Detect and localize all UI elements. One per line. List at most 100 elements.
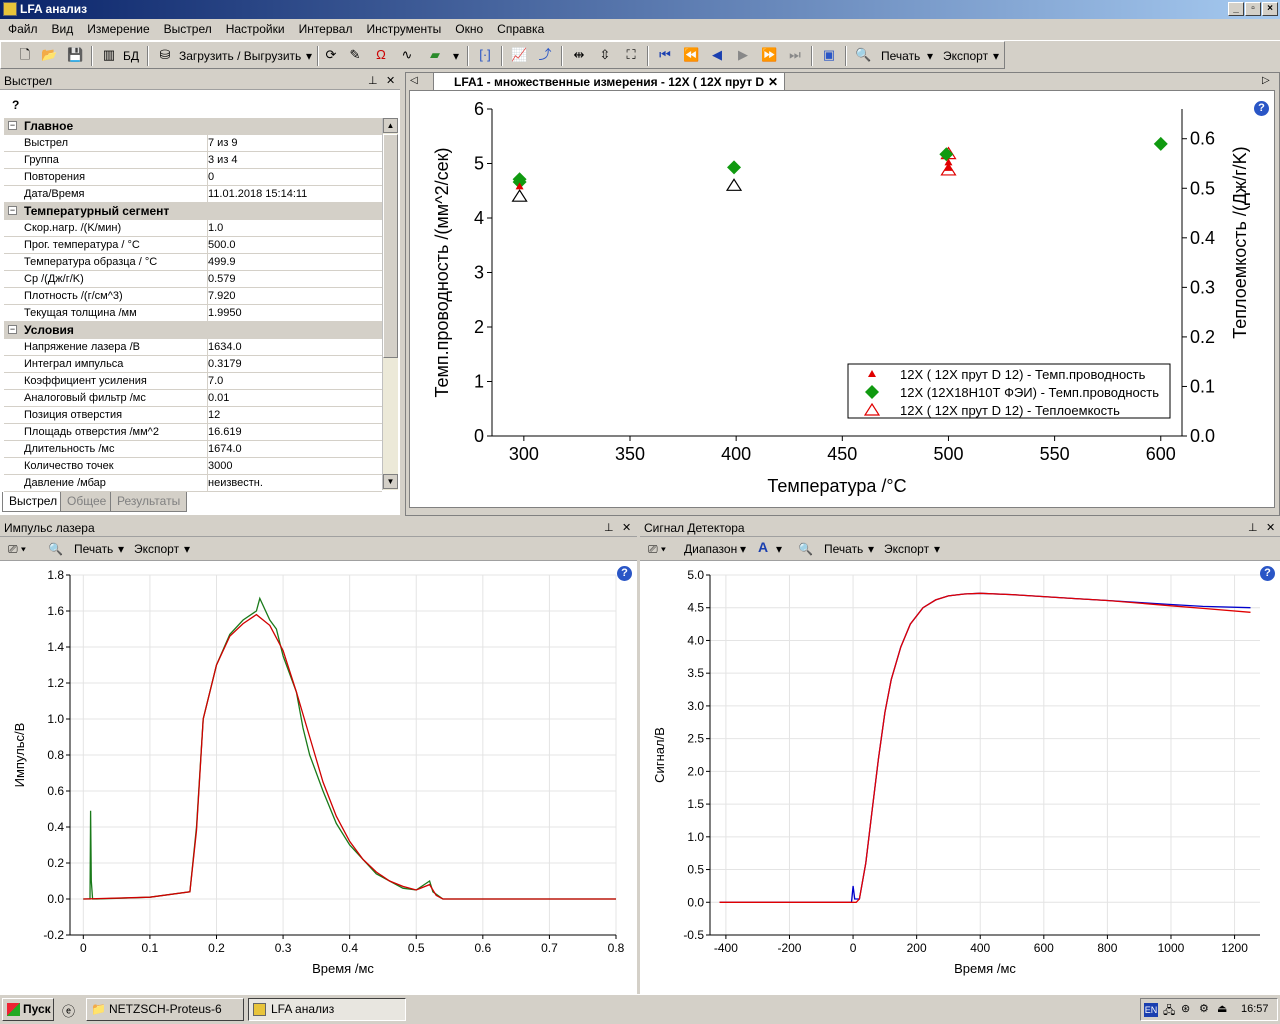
- load-icon[interactable]: ⛁: [157, 47, 173, 63]
- menu-item-0[interactable]: Файл: [0, 19, 44, 36]
- range-button[interactable]: Диапазон: [684, 542, 737, 556]
- export-dropdown-icon[interactable]: ▾: [184, 542, 190, 556]
- print-dropdown-icon[interactable]: ▾: [868, 542, 874, 556]
- help-icon[interactable]: ?: [1254, 101, 1269, 116]
- monitor-icon[interactable]: ▣: [821, 47, 837, 63]
- property-row[interactable]: Давление /мбар неизвестн.: [4, 475, 382, 492]
- safely-remove-icon[interactable]: ⏏: [1217, 1002, 1227, 1015]
- zoom-x-icon[interactable]: ⇹: [571, 47, 587, 63]
- curve-tool-icon[interactable]: ∿: [399, 47, 415, 63]
- export-dropdown-icon[interactable]: ▾: [934, 542, 940, 556]
- load-save-button[interactable]: Загрузить / Выгрузить: [179, 46, 301, 66]
- collapse-icon[interactable]: −: [8, 325, 17, 334]
- property-scrollbar[interactable]: ▲ ▼: [382, 118, 398, 490]
- print-dropdown-icon[interactable]: ▾: [927, 46, 933, 66]
- pin-icon[interactable]: ⊥: [1248, 521, 1258, 534]
- chart-line-icon[interactable]: 📈: [511, 47, 527, 63]
- property-row[interactable]: Аналоговый фильтр /мс 0.01: [4, 390, 382, 407]
- layer-icon[interactable]: ▰: [427, 47, 443, 63]
- print-preview-icon[interactable]: 🔍: [855, 47, 871, 63]
- fit-curve-icon[interactable]: ⤴: [537, 47, 553, 63]
- property-row[interactable]: Площадь отверстия /мм^2 16.619: [4, 424, 382, 441]
- antivirus-icon[interactable]: ⊛: [1181, 1002, 1190, 1015]
- property-row[interactable]: Скор.нагр. /(K/мин) 1.0: [4, 220, 382, 237]
- magnet-icon[interactable]: Ω: [373, 47, 389, 63]
- menu-item-5[interactable]: Интервал: [291, 19, 359, 36]
- menu-item-4[interactable]: Настройки: [218, 19, 291, 36]
- bracket-icon[interactable]: [·]: [477, 47, 493, 63]
- minimize-button[interactable]: _: [1228, 2, 1244, 16]
- chart-options-icon[interactable]: ⎚ ▾: [8, 542, 26, 557]
- panel-close-icon[interactable]: ✕: [622, 521, 631, 534]
- property-row[interactable]: Группа 3 из 4: [4, 152, 382, 169]
- fast-forward-icon[interactable]: ⏩: [761, 47, 777, 63]
- task-lfa[interactable]: LFA анализ: [248, 998, 406, 1021]
- range-dropdown-icon[interactable]: ▾: [740, 542, 746, 556]
- layer-dropdown-icon[interactable]: ▾: [453, 46, 459, 66]
- help-icon[interactable]: ?: [617, 566, 632, 581]
- panel-close-icon[interactable]: ✕: [1266, 521, 1275, 534]
- ie-icon[interactable]: ⓔ: [62, 1001, 75, 1020]
- menu-item-2[interactable]: Измерение: [79, 19, 155, 36]
- refresh-icon[interactable]: ⟳: [323, 47, 339, 63]
- export-button[interactable]: Экспорт: [134, 542, 179, 556]
- task-netzsch[interactable]: 📁 NETZSCH-Proteus-6: [86, 998, 244, 1021]
- menu-item-6[interactable]: Инструменты: [358, 19, 447, 36]
- fast-back-icon[interactable]: ⏪: [683, 47, 699, 63]
- category-header[interactable]: − Температурный сегмент: [4, 203, 382, 220]
- tab-lfa1[interactable]: LFA1 - множественные измерения - 12X ( 1…: [433, 72, 785, 108]
- export-dropdown-icon[interactable]: ▾: [993, 46, 999, 66]
- category-header[interactable]: − Главное: [4, 118, 382, 135]
- property-row[interactable]: Позиция отверстия 12: [4, 407, 382, 424]
- tab-scroll-right-icon[interactable]: ▷: [1262, 75, 1270, 86]
- print-preview-icon[interactable]: 🔍: [798, 542, 813, 556]
- property-row[interactable]: Прог. температура / °C 500.0: [4, 237, 382, 254]
- pin-icon[interactable]: ⊥: [368, 74, 378, 87]
- last-icon[interactable]: ⏭: [787, 47, 803, 63]
- tray-app-icon[interactable]: ⚙: [1199, 1002, 1209, 1015]
- property-row[interactable]: Количество точек 3000: [4, 458, 382, 475]
- property-row[interactable]: Длительность /мс 1674.0: [4, 441, 382, 458]
- property-row[interactable]: Cp /(Дж/г/K) 0.579: [4, 271, 382, 288]
- menu-item-7[interactable]: Окно: [447, 19, 489, 36]
- language-indicator[interactable]: EN: [1144, 1003, 1158, 1017]
- pencil-icon[interactable]: ✎: [347, 47, 363, 63]
- property-row[interactable]: Повторения 0: [4, 169, 382, 186]
- export-button[interactable]: Экспорт: [884, 542, 929, 556]
- tab-scroll-left-icon[interactable]: ◁: [410, 75, 418, 86]
- help-question-icon[interactable]: ?: [12, 98, 19, 112]
- category-header[interactable]: − Условия: [4, 322, 382, 339]
- print-preview-icon[interactable]: 🔍: [48, 542, 63, 556]
- pin-icon[interactable]: ⊥: [604, 521, 614, 534]
- menu-item-1[interactable]: Вид: [44, 19, 80, 36]
- new-file-icon[interactable]: 🗋: [17, 47, 33, 63]
- property-row[interactable]: Плотность /(г/см^3) 7.920: [4, 288, 382, 305]
- prev-icon[interactable]: ◀: [709, 47, 725, 63]
- property-row[interactable]: Дата/Время 11.01.2018 15:14:11: [4, 186, 382, 203]
- property-row[interactable]: Коэффициент усиления 7.0: [4, 373, 382, 390]
- property-row[interactable]: Напряжение лазера /В 1634.0: [4, 339, 382, 356]
- load-save-dropdown-icon[interactable]: ▾: [306, 46, 312, 66]
- property-row[interactable]: Интеграл импульса 0.3179: [4, 356, 382, 373]
- export-button[interactable]: Экспорт: [943, 46, 988, 66]
- network-icon[interactable]: 🖧: [1163, 1002, 1175, 1021]
- property-row[interactable]: Выстрел 7 из 9: [4, 135, 382, 152]
- tab-shot[interactable]: Выстрел: [2, 492, 65, 512]
- font-dropdown-icon[interactable]: ▾: [776, 542, 782, 556]
- tab-general[interactable]: Общее: [60, 492, 114, 512]
- next-icon[interactable]: ▶: [735, 47, 751, 63]
- start-button[interactable]: Пуск: [2, 998, 54, 1021]
- scroll-thumb[interactable]: [383, 134, 398, 358]
- maximize-button[interactable]: ▫: [1245, 2, 1261, 16]
- print-button[interactable]: Печать: [824, 542, 863, 556]
- db-button[interactable]: БД: [123, 46, 139, 66]
- menu-item-3[interactable]: Выстрел: [156, 19, 218, 36]
- first-icon[interactable]: ⏮: [657, 47, 673, 63]
- fit-all-icon[interactable]: ⛶: [623, 47, 639, 63]
- property-row[interactable]: Текущая толщина /мм 1.9950: [4, 305, 382, 322]
- close-button[interactable]: ×: [1262, 2, 1278, 16]
- database-icon[interactable]: ▥: [101, 47, 117, 63]
- help-icon[interactable]: ?: [1260, 566, 1275, 581]
- font-icon[interactable]: A: [758, 539, 768, 555]
- property-row[interactable]: Температура образца / °C 499.9: [4, 254, 382, 271]
